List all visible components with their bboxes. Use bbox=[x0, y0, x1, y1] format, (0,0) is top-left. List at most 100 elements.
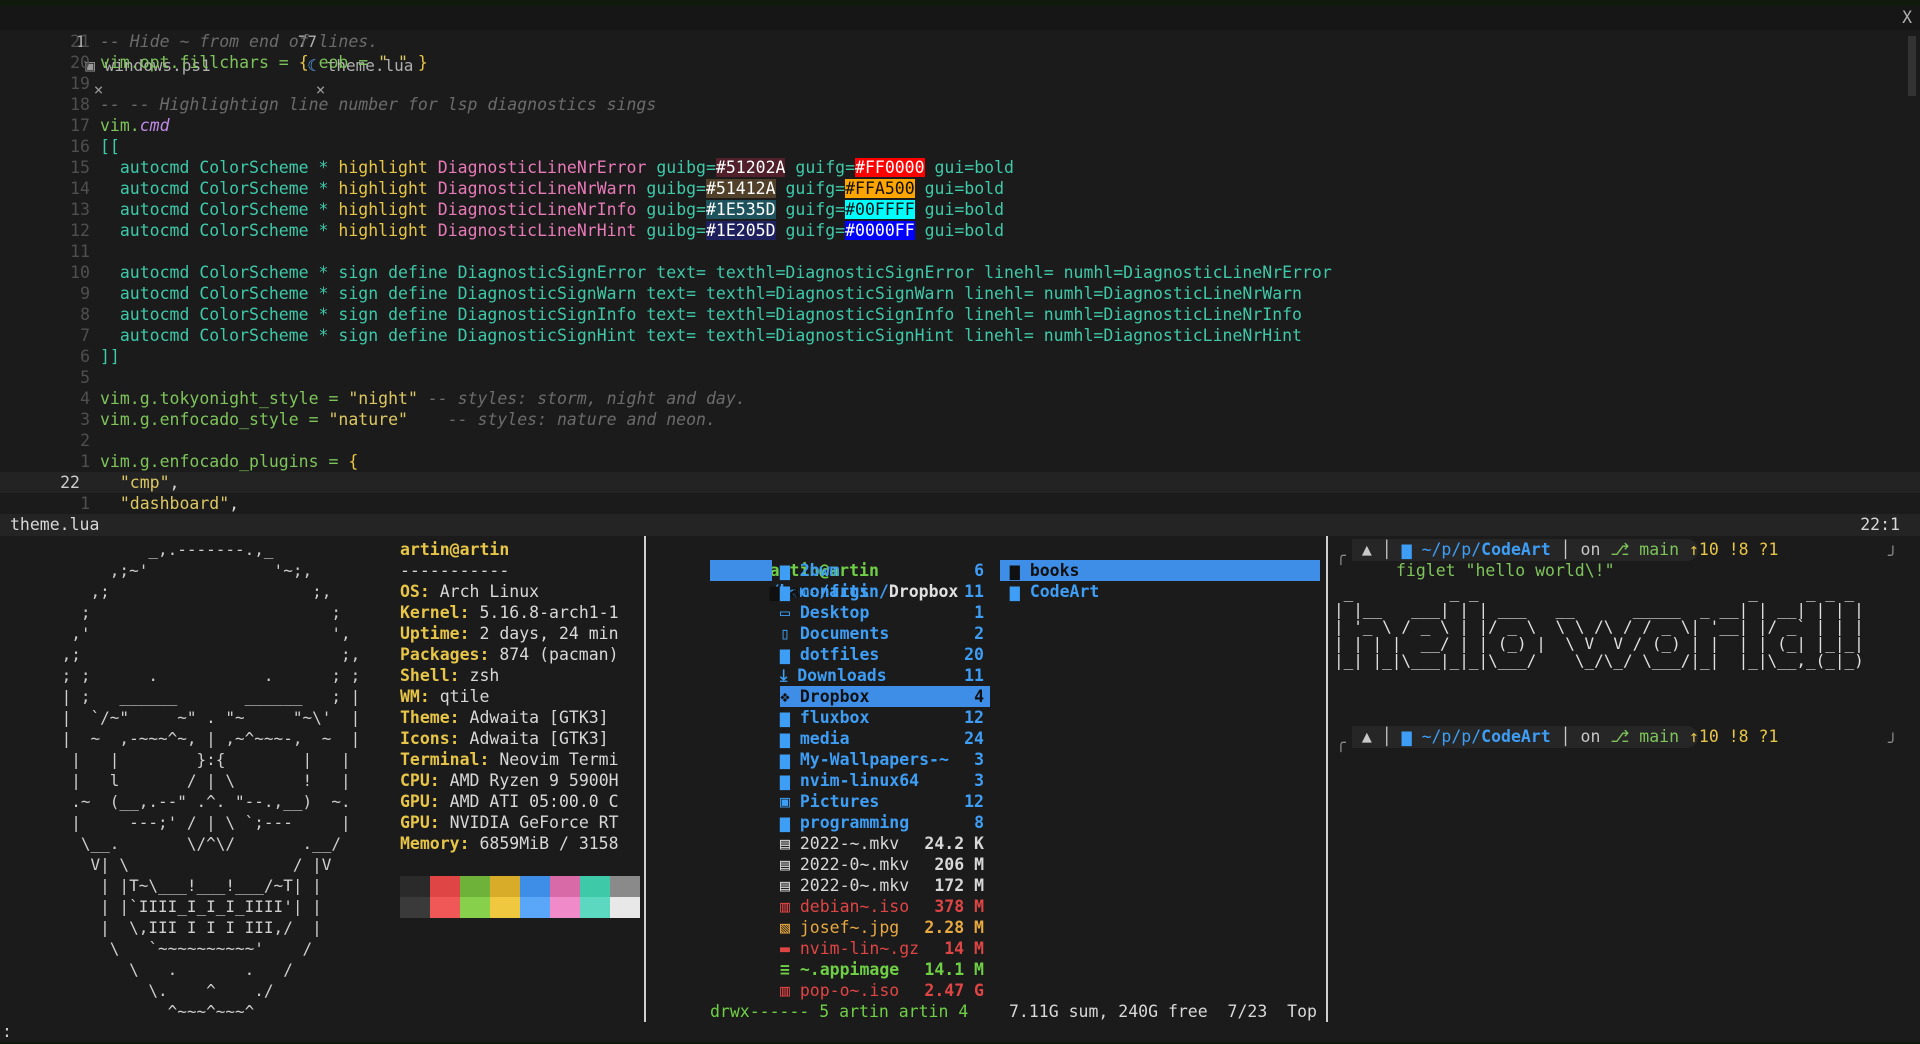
tab-theme-lua[interactable]: 77 ☾ theme.lua × bbox=[240, 6, 414, 99]
fm-entry-name: Pictures bbox=[799, 792, 880, 811]
code-line[interactable]: autocmd ColorScheme * sign define Diagno… bbox=[100, 283, 1302, 304]
ascii-line: | l / | \ ! | bbox=[52, 771, 351, 790]
fm-entry[interactable]: ▧ josef~.jpg 2.28 M bbox=[780, 917, 990, 938]
arch-icon: ▲ bbox=[1352, 727, 1382, 746]
code-token: "cmp" bbox=[100, 473, 170, 492]
code-line[interactable]: autocmd ColorScheme * sign define Diagno… bbox=[100, 325, 1302, 346]
nf-value: Adwaita [GTK3] bbox=[459, 708, 609, 727]
fm-entry-size: 14 M bbox=[944, 939, 984, 958]
prompt-sep: │ bbox=[1550, 540, 1581, 559]
prompt-corner: ╯ bbox=[1888, 733, 1898, 752]
code-token: " " bbox=[378, 53, 408, 72]
nf-key: Uptime: bbox=[400, 624, 470, 643]
editor-buffer[interactable]: 21 -- Hide ~ from end of lines. 20 vim.opt.… bbox=[0, 30, 1920, 514]
code-line[interactable]: -- Hide ~ from end of lines. bbox=[100, 31, 378, 52]
code-line[interactable]: vim.g.enfocado_plugins = { bbox=[100, 451, 358, 472]
fm-entry-name: Downloads bbox=[797, 666, 887, 685]
code-line[interactable]: "cmp", bbox=[100, 472, 180, 493]
code-token: -- styles: storm, night and day. bbox=[417, 389, 746, 408]
git-branch: main bbox=[1639, 540, 1689, 559]
close-all-button[interactable]: X bbox=[1902, 6, 1912, 30]
fm-entry[interactable]: ▤ 2022-0~.mkv 206 M bbox=[780, 854, 990, 875]
fm-entry[interactable]: ▥ debian~.iso 378 M bbox=[780, 896, 990, 917]
fm-entry[interactable]: ▆ programming 8 bbox=[780, 812, 990, 833]
color-swatch: #FF0000 bbox=[855, 158, 925, 177]
fm-entry[interactable]: ❖ Dropbox 4 bbox=[780, 686, 990, 707]
fm-entry[interactable]: ▆ 2bwm 6 bbox=[780, 560, 990, 581]
fm-entry[interactable]: ⤓ Downloads 11 bbox=[780, 665, 990, 686]
shell-pane[interactable]: ╭ ▲ │ ▆ ~/p/p/CodeArt │ on ⎇ main ↑10 !8… bbox=[1328, 536, 1920, 1022]
code-line[interactable]: autocmd ColorScheme * sign define Diagno… bbox=[100, 304, 1302, 325]
cmdline-text: : bbox=[2, 1022, 12, 1041]
file-manager-pane[interactable]: artin@artin /home/artin/Dropbox ▆ ar~ ▆ … bbox=[646, 536, 1326, 1022]
fm-entry[interactable]: ▆ dotfiles 20 bbox=[780, 644, 990, 665]
code-line[interactable]: "dashboard", bbox=[100, 493, 239, 514]
code-token: autocmd ColorScheme * bbox=[100, 179, 339, 198]
line-number: 1 bbox=[80, 494, 90, 513]
palette-swatch bbox=[460, 876, 490, 897]
fm-entry[interactable]: ▭ Desktop 1 bbox=[780, 602, 990, 623]
ascii-line: \ `~~~~~~~~~~' / bbox=[52, 939, 313, 958]
nf-key: WM: bbox=[400, 687, 430, 706]
code-line[interactable]: autocmd ColorScheme * highlight Diagnost… bbox=[100, 220, 1004, 241]
code-line[interactable]: vim.g.enfocado_style = "nature" -- style… bbox=[100, 409, 716, 430]
nf-field: Uptime: 2 days, 24 min bbox=[400, 623, 619, 644]
fm-entry[interactable]: ▯ Documents 2 bbox=[780, 623, 990, 644]
code-line[interactable]: vim.opt.fillchars = { eob = " " } bbox=[100, 52, 428, 73]
code-line[interactable]: [[ bbox=[100, 136, 120, 157]
palette-swatch bbox=[430, 876, 460, 897]
fm-entry-name: programming bbox=[799, 813, 910, 832]
line-number: 19 bbox=[70, 74, 90, 93]
code-line[interactable]: vim.cmd bbox=[100, 115, 170, 136]
fm-preview-entry[interactable]: ▆ CodeArt bbox=[1000, 581, 1320, 602]
fm-entry-name: 2bwm bbox=[799, 561, 840, 580]
fm-entry-name: CodeArt bbox=[1029, 582, 1100, 601]
code-line[interactable]: vim.g.tokyonight_style = "night" -- styl… bbox=[100, 388, 746, 409]
code-token: gui=bold bbox=[914, 221, 1005, 240]
fm-entry[interactable]: ▆ My-Wallpapers-~ 3 bbox=[780, 749, 990, 770]
fm-entry[interactable]: ▣ Pictures 12 bbox=[780, 791, 990, 812]
code-text: autocmd ColorScheme * sign define Diagno… bbox=[100, 284, 1302, 303]
nf-key: Packages: bbox=[400, 645, 490, 664]
fm-entry-size: 24 bbox=[964, 729, 984, 748]
fm-entry-name: Dropbox bbox=[799, 687, 870, 706]
command-line[interactable]: : bbox=[0, 1022, 1920, 1042]
ascii-line: \__. \/^\/ .__/ bbox=[52, 834, 341, 853]
line-number: 16 bbox=[70, 137, 90, 156]
fm-entry[interactable]: ▥ pop-o~.iso 2.47 G bbox=[780, 980, 990, 1001]
shell-command: figlet "hello world\!" bbox=[1396, 561, 1615, 580]
code-token: highlight bbox=[338, 158, 438, 177]
nf-key: Kernel: bbox=[400, 603, 470, 622]
line-number: 14 bbox=[70, 179, 90, 198]
fm-entry[interactable]: ≡ ~.appimage 14.1 M bbox=[780, 959, 990, 980]
scrollbar[interactable] bbox=[1908, 36, 1916, 96]
fm-parent-selected[interactable]: ▆ ar~ bbox=[710, 560, 819, 601]
folder-icon: ▆ bbox=[780, 750, 800, 769]
fm-entry-name: 2022-0~.mkv bbox=[799, 876, 910, 895]
fm-entry[interactable]: ▆ media 24 bbox=[780, 728, 990, 749]
ascii-line: | |T~\___!___!___/~T| | bbox=[52, 876, 322, 895]
tab-windows-ps1[interactable]: 1 ▣ windows.ps1 × bbox=[18, 6, 211, 99]
git-branch: main bbox=[1639, 727, 1689, 746]
nf-value: NVIDIA GeForce RT bbox=[439, 813, 619, 832]
code-line[interactable]: -- -- Highlightign line number for lsp d… bbox=[100, 94, 656, 115]
fm-entry[interactable]: ▤ 2022-~.mkv 24.2 K bbox=[780, 833, 990, 854]
fm-entry[interactable]: ▆ nvim-linux64 3 bbox=[780, 770, 990, 791]
color-swatch: #1E535D bbox=[706, 200, 776, 219]
line-number: 8 bbox=[80, 305, 90, 324]
fm-preview-entry[interactable]: ▆ books bbox=[1000, 560, 1320, 581]
neofetch-pane[interactable]: _,.-------.,_ ,;~' '~;, ,; ;, ; ; ,' ', … bbox=[0, 536, 644, 1022]
code-line[interactable]: autocmd ColorScheme * highlight Diagnost… bbox=[100, 178, 1004, 199]
code-line[interactable]: autocmd ColorScheme * highlight Diagnost… bbox=[100, 157, 1014, 178]
download-icon: ⤓ bbox=[780, 666, 798, 685]
video-icon: ▤ bbox=[780, 834, 800, 853]
code-line[interactable]: autocmd ColorScheme * sign define Diagno… bbox=[100, 262, 1332, 283]
fm-entry[interactable]: ▆ fluxbox 12 bbox=[780, 707, 990, 728]
fm-entry[interactable]: ▬ nvim-lin~.gz 14 M bbox=[780, 938, 990, 959]
code-line[interactable]: autocmd ColorScheme * highlight Diagnost… bbox=[100, 199, 1004, 220]
fm-entry[interactable]: ▆ configs 11 bbox=[780, 581, 990, 602]
folder-icon: ▆ bbox=[780, 813, 800, 832]
code-line[interactable]: ]] bbox=[100, 346, 120, 367]
fm-entry[interactable]: ▤ 2022-0~.mkv 172 M bbox=[780, 875, 990, 896]
fm-entry-name: fluxbox bbox=[799, 708, 870, 727]
